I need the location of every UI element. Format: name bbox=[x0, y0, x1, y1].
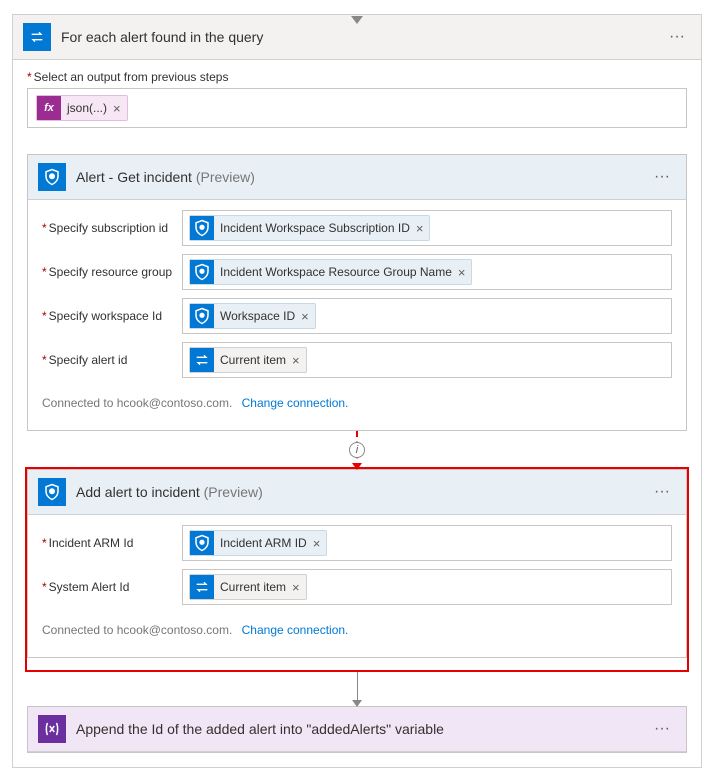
workspace-input[interactable]: Workspace ID × bbox=[182, 298, 672, 334]
shield-icon bbox=[38, 163, 66, 191]
json-token[interactable]: fx json(...) × bbox=[36, 95, 128, 121]
change-connection-link[interactable]: Change connection. bbox=[242, 396, 349, 410]
incident-arm-token[interactable]: Incident ARM ID × bbox=[189, 530, 327, 556]
workspace-token[interactable]: Workspace ID × bbox=[189, 303, 316, 329]
foreach-title: For each alert found in the query bbox=[61, 29, 663, 45]
system-alert-input[interactable]: Current item × bbox=[182, 569, 672, 605]
alert-id-label: *Specify alert id bbox=[42, 353, 182, 367]
variable-icon bbox=[38, 715, 66, 743]
resource-group-token[interactable]: Incident Workspace Resource Group Name × bbox=[189, 259, 472, 285]
loop-icon bbox=[23, 23, 51, 51]
current-item-token[interactable]: Current item × bbox=[189, 347, 307, 373]
shield-icon bbox=[190, 304, 214, 328]
add-alert-menu-button[interactable]: ··· bbox=[648, 483, 676, 501]
loop-icon bbox=[190, 348, 214, 372]
get-incident-menu-button[interactable]: ··· bbox=[648, 168, 676, 186]
foreach-card: For each alert found in the query ··· *S… bbox=[12, 14, 702, 768]
connector-add-to-append bbox=[13, 672, 701, 706]
remove-token-button[interactable]: × bbox=[301, 309, 315, 324]
resource-group-label: *Specify resource group bbox=[42, 265, 182, 279]
connector-get-to-add: i bbox=[13, 431, 701, 469]
add-alert-card: Add alert to incident (Preview) ··· *Inc… bbox=[27, 469, 687, 658]
shield-icon bbox=[38, 478, 66, 506]
current-item-token[interactable]: Current item × bbox=[189, 574, 307, 600]
shield-icon bbox=[190, 260, 214, 284]
append-card: Append the Id of the added alert into "a… bbox=[27, 706, 687, 753]
resource-group-input[interactable]: Incident Workspace Resource Group Name × bbox=[182, 254, 672, 290]
connection-status: Connected to hcook@contoso.com. Change c… bbox=[42, 613, 672, 643]
append-title: Append the Id of the added alert into "a… bbox=[76, 721, 648, 737]
get-incident-header[interactable]: Alert - Get incident (Preview) ··· bbox=[28, 155, 686, 200]
remove-token-button[interactable]: × bbox=[292, 353, 306, 368]
incoming-arrow-icon bbox=[351, 16, 363, 24]
remove-token-button[interactable]: × bbox=[313, 536, 327, 551]
append-menu-button[interactable]: ··· bbox=[648, 720, 676, 738]
subscription-label: *Specify subscription id bbox=[42, 221, 182, 235]
shield-icon bbox=[190, 531, 214, 555]
append-header[interactable]: Append the Id of the added alert into "a… bbox=[28, 707, 686, 752]
add-alert-highlight: Add alert to incident (Preview) ··· *Inc… bbox=[25, 467, 689, 672]
remove-token-button[interactable]: × bbox=[416, 221, 430, 236]
subscription-token[interactable]: Incident Workspace Subscription ID × bbox=[189, 215, 430, 241]
add-alert-header[interactable]: Add alert to incident (Preview) ··· bbox=[28, 470, 686, 515]
remove-token-button[interactable]: × bbox=[292, 580, 306, 595]
system-alert-label: *System Alert Id bbox=[42, 580, 182, 594]
info-icon[interactable]: i bbox=[349, 442, 365, 458]
add-alert-title: Add alert to incident (Preview) bbox=[76, 484, 648, 500]
remove-json-token-button[interactable]: × bbox=[113, 101, 127, 116]
subscription-input[interactable]: Incident Workspace Subscription ID × bbox=[182, 210, 672, 246]
foreach-menu-button[interactable]: ··· bbox=[663, 28, 691, 46]
output-input[interactable]: fx json(...) × bbox=[27, 88, 687, 128]
shield-icon bbox=[190, 216, 214, 240]
fx-icon: fx bbox=[37, 96, 61, 120]
output-label: *Select an output from previous steps bbox=[27, 70, 687, 84]
workspace-label: *Specify workspace Id bbox=[42, 309, 182, 323]
incident-arm-input[interactable]: Incident ARM ID × bbox=[182, 525, 672, 561]
alert-id-input[interactable]: Current item × bbox=[182, 342, 672, 378]
connection-status: Connected to hcook@contoso.com. Change c… bbox=[42, 386, 672, 416]
get-incident-card: Alert - Get incident (Preview) ··· *Spec… bbox=[27, 154, 687, 431]
loop-icon bbox=[190, 575, 214, 599]
change-connection-link[interactable]: Change connection. bbox=[242, 623, 349, 637]
get-incident-title: Alert - Get incident (Preview) bbox=[76, 169, 648, 185]
incident-arm-label: *Incident ARM Id bbox=[42, 536, 182, 550]
remove-token-button[interactable]: × bbox=[458, 265, 472, 280]
